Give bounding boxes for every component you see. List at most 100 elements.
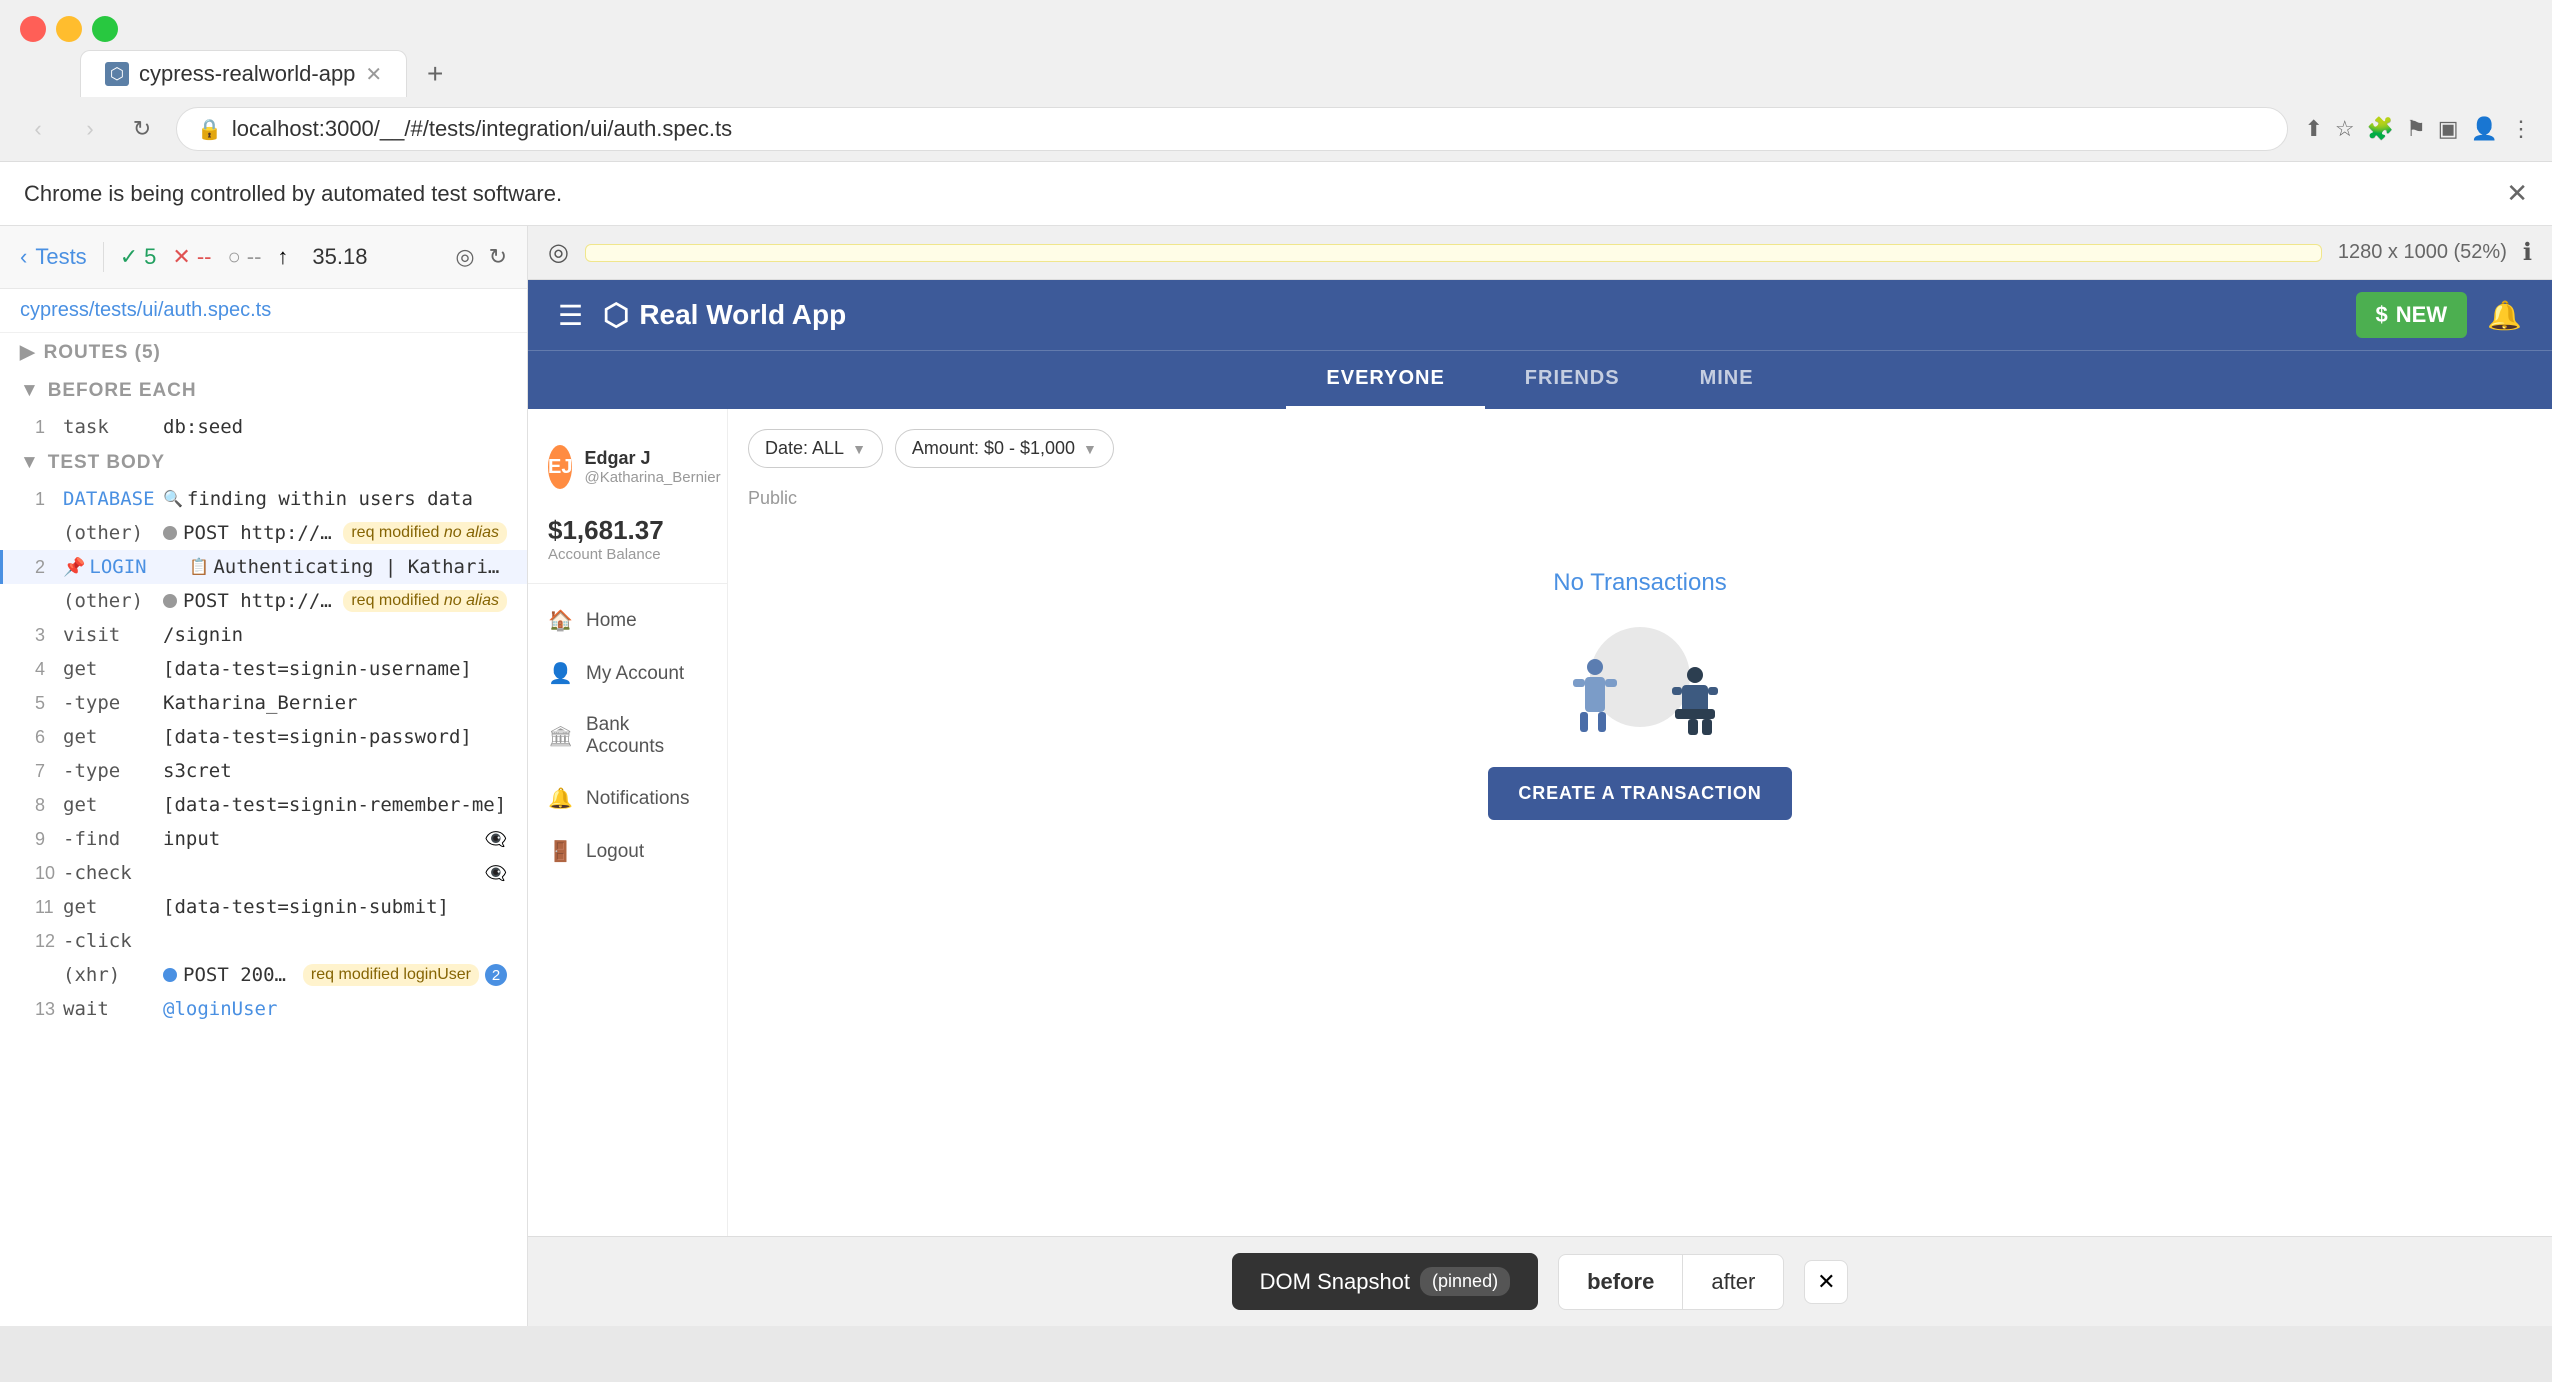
- row-cmd: wait: [63, 998, 163, 1020]
- app-wrapper: ‹ Tests ✓ 5 ✕ -- ○ -- ↑ 35.18 ◎ ↻: [0, 226, 2552, 1326]
- balance-amount: $1,681.37: [548, 515, 707, 546]
- dollar-icon: $: [2376, 302, 2388, 328]
- test-row[interactable]: 4 get [data-test=signin-username]: [0, 652, 527, 686]
- row-detail: Katharina_Bernier: [163, 692, 507, 714]
- req-modified-badge: req modified no alias: [343, 522, 507, 544]
- logout-icon: 🚪: [548, 839, 572, 864]
- sidebar-item-bank-accounts[interactable]: 🏛 Bank Accounts: [528, 700, 727, 772]
- after-button[interactable]: after: [1682, 1255, 1783, 1309]
- sidebar-handle: @Katharina_Bernier: [584, 469, 720, 486]
- test-row[interactable]: 1 task db:seed: [0, 410, 527, 444]
- active-tab[interactable]: ⬡ cypress-realworld-app ✕: [80, 50, 407, 97]
- extension-icon[interactable]: 🧩: [2367, 116, 2394, 142]
- test-row[interactable]: 7 -type s3cret: [0, 754, 527, 788]
- upload-icon[interactable]: ⬆: [2304, 116, 2322, 142]
- routes-label: ROUTES (5): [44, 342, 161, 364]
- bottom-bar: DOM Snapshot (pinned) before after ✕: [528, 1236, 2552, 1326]
- illustration-person1: [1570, 657, 1620, 737]
- dom-snapshot-button[interactable]: DOM Snapshot (pinned): [1232, 1253, 1538, 1310]
- routes-section-header: ▶ ROUTES (5): [0, 333, 527, 372]
- test-row-login[interactable]: 2 📌 LOGIN 📋 Authenticating | Katharina_B…: [0, 550, 527, 584]
- profile-icon[interactable]: 👤: [2471, 116, 2498, 142]
- sort-icon: ↑: [277, 244, 288, 270]
- forward-button[interactable]: ›: [72, 111, 108, 147]
- test-row[interactable]: (other) POST http://loca... req modified…: [0, 516, 527, 550]
- row-cmd: -find: [63, 828, 163, 850]
- reload-button[interactable]: ↻: [124, 111, 160, 147]
- rwa-application: ☰ ⬡ Real World App $ NEW 🔔 EVERYONE: [528, 280, 2552, 1236]
- sidebar-item-my-account[interactable]: 👤 My Account: [528, 647, 727, 700]
- sidebar-item-home[interactable]: 🏠 Home: [528, 594, 727, 647]
- date-filter-button[interactable]: Date: ALL ▼: [748, 429, 883, 468]
- tab-close-button[interactable]: ✕: [365, 62, 382, 87]
- row-num: 7: [35, 761, 63, 782]
- cypress-test-list: ▶ ROUTES (5) ▼ BEFORE EACH 1 task db:see…: [0, 333, 527, 1326]
- create-transaction-button[interactable]: CREATE A TRANSACTION: [1488, 767, 1791, 820]
- test-row[interactable]: 5 -type Katharina_Bernier: [0, 686, 527, 720]
- test-row[interactable]: 13 wait @loginUser: [0, 992, 527, 1026]
- sidebar-bank-label: Bank Accounts: [586, 714, 707, 758]
- xhr-count-badge: 2: [485, 964, 507, 986]
- illustration-person2: [1670, 667, 1720, 737]
- address-input[interactable]: 🔒 localhost:3000/__/#/tests/integration/…: [176, 107, 2288, 151]
- tab-mine[interactable]: MINE: [1660, 351, 1794, 409]
- new-transaction-button[interactable]: $ NEW: [2356, 292, 2468, 338]
- refresh-icon[interactable]: ↻: [489, 244, 507, 270]
- sidebar-item-logout[interactable]: 🚪 Logout: [528, 825, 727, 878]
- test-row[interactable]: 8 get [data-test=signin-remember-me]: [0, 788, 527, 822]
- spec-file-path: cypress/tests/ui/auth.spec.ts: [0, 289, 527, 333]
- row-cmd: (xhr): [63, 964, 163, 986]
- layout-icon[interactable]: ▣: [2438, 116, 2459, 142]
- settings-icon[interactable]: ◎: [455, 244, 474, 270]
- snapshot-close-button[interactable]: ✕: [1804, 1260, 1848, 1304]
- pinned-badge: (pinned): [1420, 1267, 1510, 1296]
- maximize-traffic-light[interactable]: [92, 16, 118, 42]
- before-button[interactable]: before: [1559, 1255, 1682, 1309]
- test-row[interactable]: 9 -find input 👁‍🗨: [0, 822, 527, 856]
- row-num: 10: [35, 863, 63, 884]
- close-traffic-light[interactable]: [20, 16, 46, 42]
- amount-filter-button[interactable]: Amount: $0 - $1,000 ▼: [895, 429, 1114, 468]
- toolbar-divider: [103, 242, 104, 272]
- tab-friends[interactable]: FRIENDS: [1485, 351, 1660, 409]
- row-cmd: -click: [63, 930, 163, 952]
- bookmark-icon[interactable]: ☆: [2335, 116, 2355, 142]
- menu-icon[interactable]: ⋮: [2510, 116, 2532, 142]
- tab-everyone[interactable]: EVERYONE: [1286, 351, 1484, 409]
- row-num: 9: [35, 829, 63, 850]
- row-detail: POST http://loca...: [183, 522, 335, 544]
- target-icon[interactable]: ◎: [548, 238, 569, 267]
- caret-down-icon-2: ▼: [20, 452, 40, 474]
- home-icon: 🏠: [548, 608, 572, 633]
- info-bar-text-area: Chrome is being controlled by automated …: [24, 181, 562, 207]
- row-detail: finding within users data: [187, 488, 507, 510]
- before-after-toggle: before after: [1558, 1254, 1784, 1310]
- row-num: 2: [35, 557, 63, 578]
- test-row[interactable]: 1 DATABASE 🔍 finding within users data: [0, 482, 527, 516]
- flag-icon[interactable]: ⚑: [2406, 116, 2426, 142]
- dom-snapshot-label: DOM Snapshot: [1260, 1269, 1410, 1295]
- date-filter-caret: ▼: [852, 441, 866, 457]
- tests-back-button[interactable]: ‹ Tests: [20, 244, 87, 270]
- hamburger-menu-icon[interactable]: ☰: [558, 299, 583, 332]
- row-num: 13: [35, 999, 63, 1020]
- minimize-traffic-light[interactable]: [56, 16, 82, 42]
- back-button[interactable]: ‹: [20, 111, 56, 147]
- sidebar-item-notifications[interactable]: 🔔 Notifications: [528, 772, 727, 825]
- x-icon: ✕: [172, 244, 190, 270]
- test-row[interactable]: 10 -check 👁‍🗨: [0, 856, 527, 890]
- info-bar-close-button[interactable]: ✕: [2506, 178, 2528, 209]
- row-num: 3: [35, 625, 63, 646]
- test-row[interactable]: 12 -click: [0, 924, 527, 958]
- routes-section: ▶ ROUTES (5): [0, 333, 527, 372]
- notification-bell-icon[interactable]: 🔔: [2487, 299, 2522, 332]
- browser-actions: ⬆ ☆ 🧩 ⚑ ▣ 👤 ⋮: [2304, 116, 2532, 142]
- test-row[interactable]: 6 get [data-test=signin-password]: [0, 720, 527, 754]
- new-tab-button[interactable]: +: [411, 54, 459, 94]
- test-row[interactable]: 11 get [data-test=signin-submit]: [0, 890, 527, 924]
- info-icon[interactable]: ℹ: [2523, 238, 2532, 267]
- test-row[interactable]: 3 visit /signin: [0, 618, 527, 652]
- pending-stat: ○ --: [227, 244, 261, 270]
- test-row[interactable]: (other) POST http://loca... req modified…: [0, 584, 527, 618]
- test-row[interactable]: (xhr) POST 200 htt... req modified login…: [0, 958, 527, 992]
